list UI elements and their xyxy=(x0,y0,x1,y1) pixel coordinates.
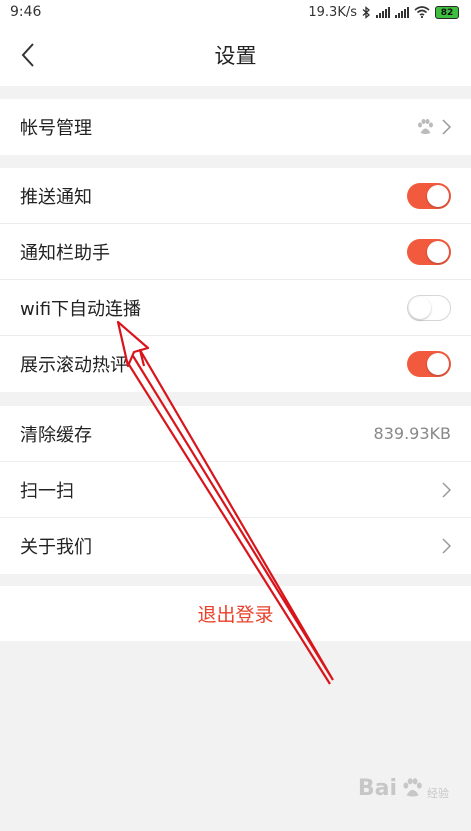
watermark-text: Bai xyxy=(357,775,397,801)
toggle-knob xyxy=(427,240,449,263)
notification-helper-toggle[interactable] xyxy=(407,238,451,265)
baidu-paw-icon xyxy=(418,119,433,134)
chevron-right-icon xyxy=(442,481,451,498)
toggle-knob xyxy=(427,353,449,375)
status-icons: 19.3K/s 82 xyxy=(308,5,459,20)
scan-label: 扫一扫 xyxy=(20,480,74,502)
status-bar: 9:46 19.3K/s 82 xyxy=(0,0,471,24)
push-notification-row: 推送通知 xyxy=(0,168,471,224)
chevron-right-icon xyxy=(442,538,451,554)
scan-row[interactable]: 扫一扫 xyxy=(0,462,471,518)
push-notification-label: 推送通知 xyxy=(20,186,92,208)
baidu-watermark: Bai 经验 xyxy=(358,775,449,801)
hot-comments-toggle[interactable] xyxy=(407,351,451,377)
account-management-row[interactable]: 帐号管理 xyxy=(0,99,471,155)
notification-helper-row: 通知栏助手 xyxy=(0,224,471,280)
notification-helper-label: 通知栏助手 xyxy=(20,242,110,264)
signal-icon xyxy=(376,6,390,18)
wifi-autoplay-row: wifi下自动连播 xyxy=(0,280,471,336)
notification-group: 推送通知 通知栏助手 wifi下自动连播 展示滚动热评 xyxy=(0,168,471,392)
account-right xyxy=(416,118,451,136)
back-button[interactable] xyxy=(16,42,40,68)
header-bar: 设置 xyxy=(0,24,471,86)
battery-icon: 82 xyxy=(435,5,459,19)
wifi-autoplay-label: wifi下自动连播 xyxy=(20,298,142,320)
account-group: 帐号管理 xyxy=(0,99,471,155)
account-management-label: 帐号管理 xyxy=(20,118,92,139)
signal-icon-2 xyxy=(395,6,409,18)
page-title: 设置 xyxy=(214,44,257,68)
hot-comments-row: 展示滚动热评 xyxy=(0,336,471,392)
logout-button[interactable]: 退出登录 xyxy=(0,586,471,641)
baidu-paw-icon xyxy=(403,778,422,797)
watermark-subtext: 经验 xyxy=(427,787,449,800)
status-time: 9:46 xyxy=(10,4,42,20)
hot-comments-label: 展示滚动热评 xyxy=(20,355,128,376)
network-speed: 19.3K/s xyxy=(308,4,357,20)
about-us-row[interactable]: 关于我们 xyxy=(0,518,471,574)
chevron-right-icon xyxy=(442,119,451,135)
push-notification-toggle[interactable] xyxy=(407,182,451,209)
bluetooth-icon xyxy=(362,5,370,19)
wifi-autoplay-toggle[interactable] xyxy=(407,294,451,321)
clear-cache-label: 清除缓存 xyxy=(20,424,92,446)
about-us-label: 关于我们 xyxy=(20,537,92,558)
misc-group: 清除缓存 839.93KB 扫一扫 关于我们 xyxy=(0,406,471,574)
cache-size: 839.93KB xyxy=(373,424,451,443)
wifi-icon xyxy=(414,6,430,18)
toggle-knob xyxy=(427,184,449,207)
toggle-knob xyxy=(409,296,431,319)
chevron-left-icon xyxy=(21,43,34,67)
clear-cache-row[interactable]: 清除缓存 839.93KB xyxy=(0,406,471,462)
